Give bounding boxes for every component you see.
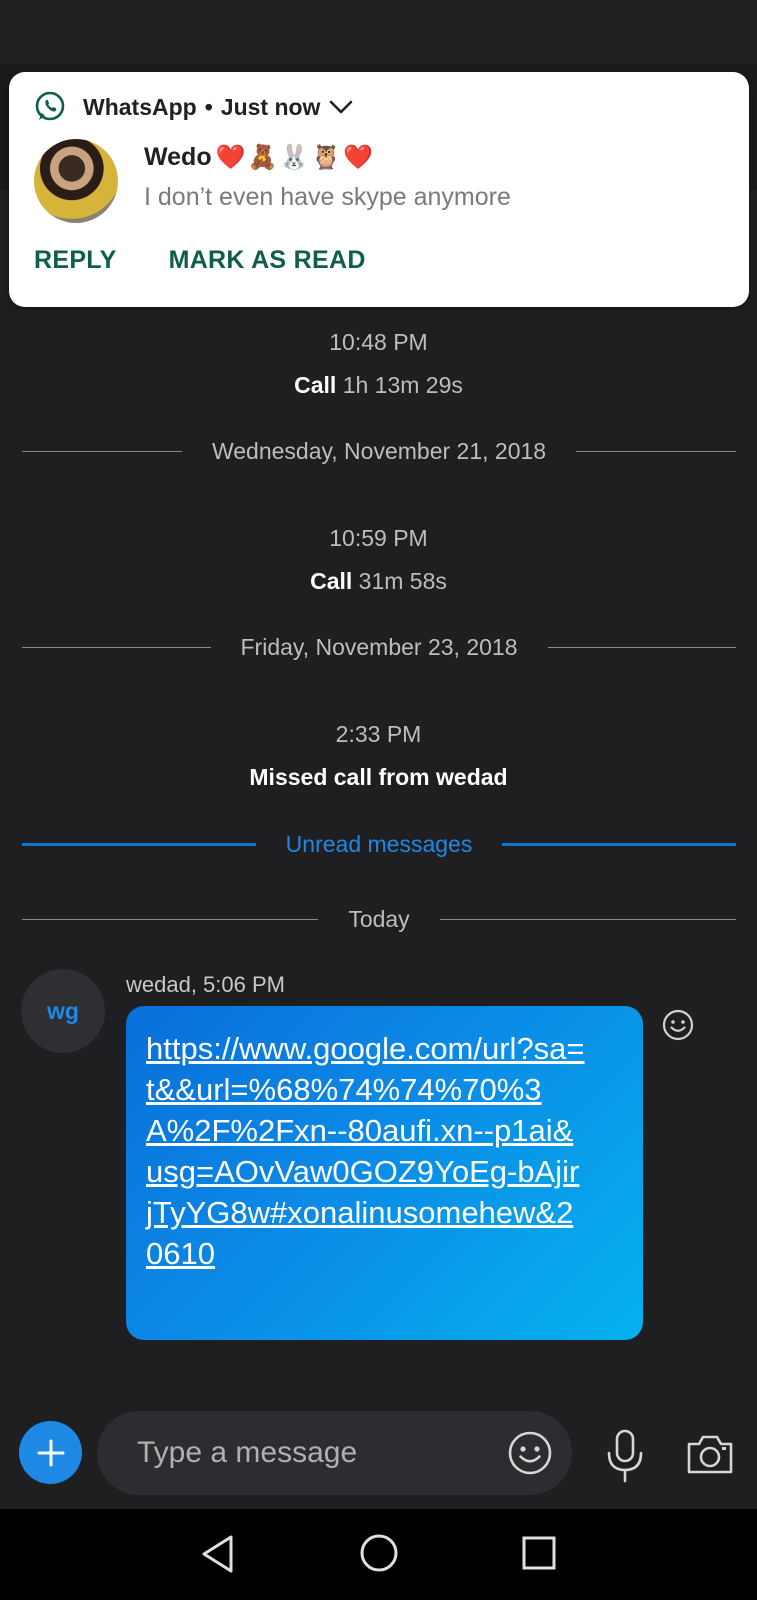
sender-avatar (34, 139, 118, 223)
sender-name: Wedo (144, 142, 212, 171)
missed-call-event: Missed call from wedad (249, 764, 508, 790)
call-event: Call 31m 58s (0, 568, 757, 595)
message-composer[interactable] (97, 1411, 572, 1495)
message-meta: wedad, 5:06 PM (126, 972, 285, 997)
unread-divider-label: Unread messages (285, 830, 473, 857)
system-navigation-bar (0, 1509, 757, 1600)
contact-avatar[interactable]: wg (21, 969, 105, 1053)
add-attachment-button[interactable] (19, 1421, 82, 1484)
back-triangle-icon[interactable] (198, 1532, 238, 1576)
reply-button[interactable]: REPLY (34, 246, 117, 275)
recents-square-icon[interactable] (521, 1535, 557, 1571)
whatsapp-icon (35, 91, 65, 121)
mark-as-read-button[interactable]: MARK AS READ (169, 246, 366, 275)
notification-app-name: WhatsApp (83, 93, 197, 120)
message-link[interactable]: https://www.google.com/url?sa=t&&url=%68… (146, 1028, 586, 1274)
call-label: Call (294, 372, 337, 398)
message-bubble[interactable]: https://www.google.com/url?sa=t&&url=%68… (126, 1006, 643, 1340)
status-bar (0, 0, 757, 64)
notification-sender: Wedo ❤️🧸🐰🦉❤️ (144, 140, 375, 174)
whatsapp-notification[interactable]: WhatsApp • Just now Wedo ❤️🧸🐰🦉❤️ I don’t… (9, 72, 749, 307)
smiley-icon[interactable] (661, 1008, 695, 1042)
notification-time: Just now (220, 93, 321, 120)
home-circle-icon[interactable] (359, 1533, 399, 1573)
event-time: 10:59 PM (329, 525, 428, 551)
event-time: 10:48 PM (329, 329, 428, 355)
sender-emoji: ❤️🧸🐰🦉❤️ (215, 143, 376, 171)
today-divider: Today (22, 902, 736, 936)
notification-header: WhatsApp • Just now (33, 90, 354, 124)
microphone-icon[interactable] (602, 1428, 648, 1484)
date-divider: Friday, November 23, 2018 (22, 630, 736, 664)
unread-divider: Unread messages (22, 827, 736, 861)
notification-actions: REPLY MARK AS READ (34, 246, 418, 275)
notification-message: I don’t even have skype anymore (144, 183, 511, 211)
chevron-down-icon[interactable] (328, 94, 354, 120)
date-divider-label: Friday, November 23, 2018 (240, 633, 518, 660)
notification-separator: • (204, 93, 213, 120)
call-duration: 1h 13m 29s (342, 372, 463, 398)
call-duration: 31m 58s (358, 568, 447, 594)
plus-icon (37, 1439, 64, 1466)
call-label: Call (310, 568, 353, 594)
today-divider-label: Today (348, 905, 410, 932)
message-input[interactable] (137, 1411, 467, 1495)
event-time: 2:33 PM (335, 721, 422, 747)
camera-icon[interactable] (685, 1432, 735, 1476)
smiley-icon[interactable] (507, 1430, 553, 1476)
call-event: Call 1h 13m 29s (0, 372, 757, 399)
date-divider-label: Wednesday, November 21, 2018 (211, 437, 547, 464)
screen: WhatsApp • Just now Wedo ❤️🧸🐰🦉❤️ I don’t… (0, 0, 757, 1600)
date-divider: Wednesday, November 21, 2018 (22, 434, 737, 468)
